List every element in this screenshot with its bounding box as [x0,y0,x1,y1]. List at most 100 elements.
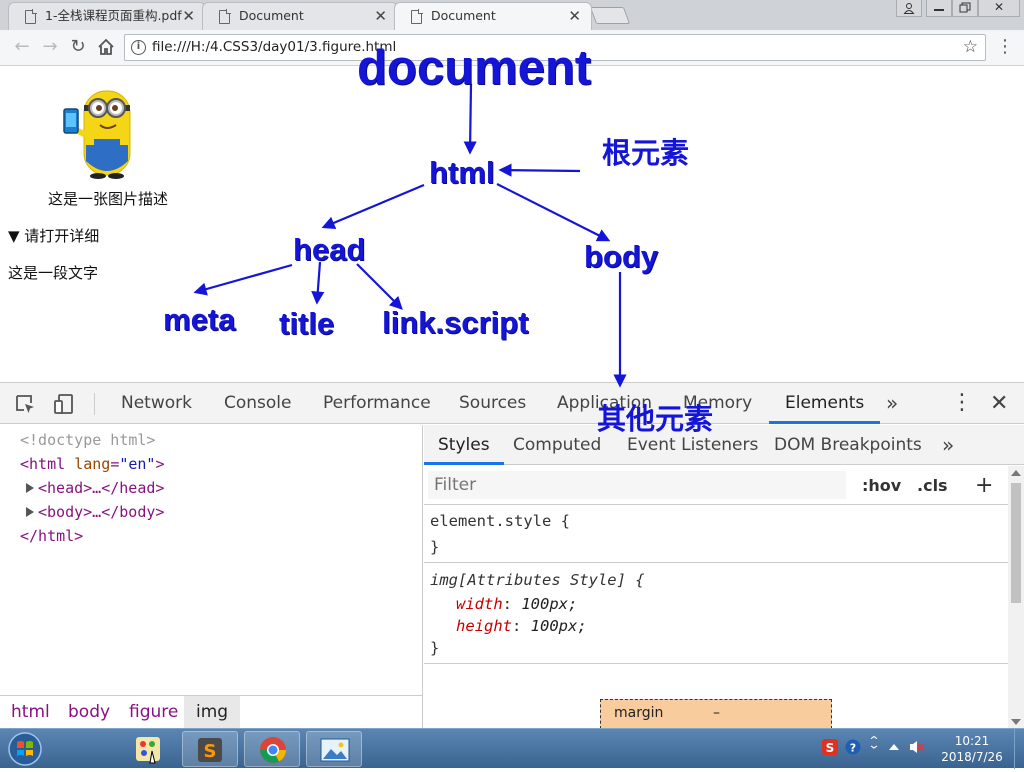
hov-button[interactable]: :hov [862,466,901,506]
html-close-line[interactable]: </html> [20,524,83,548]
tab-network[interactable]: Network [121,383,192,424]
clock-time: 10:21 [954,734,990,748]
start-button-icon[interactable] [3,731,47,767]
dom-tree: <!doctype html> <html lang="en"> <head>…… [0,425,423,695]
height-declaration[interactable]: height: 100px; [456,614,587,638]
body-collapsed-text: <body>…</body> [38,503,165,521]
clock-date: 2018/7/26 [941,750,1003,764]
details-summary[interactable]: ▼ 请打开详细 [8,225,99,246]
back-arrow-icon[interactable]: ← [11,36,33,58]
home-icon[interactable] [95,36,117,58]
width-property: width [456,595,503,613]
minimize-icon[interactable] [926,0,952,17]
width-declaration[interactable]: width: 100px; [456,592,577,616]
more-styles-tabs-icon[interactable]: » [942,425,954,465]
head-node[interactable]: <head>…</head> [26,476,164,500]
img-attributes-rule: img[Attributes Style] { width: 100px; he… [424,564,1008,664]
tab-memory[interactable]: Memory [683,383,752,424]
bookmark-star-icon[interactable]: ☆ [963,35,978,60]
forward-arrow-icon[interactable]: → [39,36,61,58]
sublime-text-icon[interactable]: S [182,731,238,767]
tab-close-icon[interactable]: ✕ [182,3,195,29]
html-attr-value: "en" [119,455,156,473]
sogou-ime-icon[interactable]: S [822,739,838,755]
help-icon[interactable]: ? [845,739,861,755]
url-text[interactable]: file:///H:/4.CSS3/day01/3.figure.html [152,35,396,60]
tab-dom-breakpoints[interactable]: DOM Breakpoints [774,425,922,465]
tab-title: Document [239,8,304,23]
breadcrumb-body[interactable]: body [68,696,110,729]
height-value: 100px; [530,617,587,635]
breadcrumb-img[interactable]: img [184,696,241,729]
browser-tab-document-1[interactable]: Document ✕ [202,2,398,30]
browser-menu-icon[interactable]: ⋮ [996,38,1014,58]
tab-close-icon[interactable]: ✕ [568,3,581,29]
close-devtools-icon[interactable]: ✕ [990,383,1008,424]
scroll-up-icon[interactable] [1011,470,1021,476]
chrome-icon[interactable] [244,731,300,767]
rule-close-brace: } [430,538,440,556]
system-clock[interactable]: 10:21 2018/7/26 [935,733,1009,765]
height-property: height [456,617,512,635]
html-attr-name: lang [74,455,111,473]
width-value: 100px; [521,595,578,613]
document-icon [25,9,37,24]
new-rule-button[interactable]: + [975,466,993,506]
img-attributes-selector[interactable]: img[Attributes Style] { [430,568,645,592]
tab-elements[interactable]: Elements [768,383,881,424]
tab-event-listeners[interactable]: Event Listeners [627,425,758,465]
styles-scrollbar[interactable] [1008,466,1024,729]
tab-sources[interactable]: Sources [459,383,526,424]
devtools-menu-icon[interactable]: ⋮ [951,383,973,423]
expand-triangle-icon[interactable] [26,507,34,517]
browser-tab-document-2[interactable]: Document ✕ [394,2,592,30]
doctype-line[interactable]: <!doctype html> [20,428,155,452]
tab-performance[interactable]: Performance [323,383,431,424]
device-toolbar-icon[interactable] [53,393,75,415]
close-window-icon[interactable]: ✕ [978,0,1020,17]
tab-computed[interactable]: Computed [513,425,601,465]
expand-triangle-icon[interactable] [26,483,34,493]
tab-console[interactable]: Console [224,383,292,424]
devtools-panel: Network Console Performance Sources Appl… [0,382,1024,729]
photo-viewer-icon[interactable] [306,731,362,767]
html-open-line[interactable]: <html lang="en"> [20,452,165,476]
scroll-down-icon[interactable] [1011,719,1021,725]
info-icon[interactable]: i [131,40,146,55]
breadcrumb-html[interactable]: html [11,696,50,729]
more-tabs-icon[interactable]: » [886,383,898,423]
html-tag-name: html [29,455,66,473]
browser-tab-pdf[interactable]: 1-全栈课程页面重构.pdf ✕ [8,2,206,30]
new-tab-button[interactable] [589,7,631,24]
tab-title: Document [431,8,496,23]
styles-filter-input[interactable] [428,471,846,499]
paint-icon[interactable] [122,731,178,767]
reload-icon[interactable]: ↻ [67,36,89,58]
element-style-selector[interactable]: element.style { [430,509,570,533]
tab-close-icon[interactable]: ✕ [374,3,387,29]
cls-button[interactable]: .cls [917,466,948,506]
breadcrumb: html body figure img [0,695,423,729]
volume-muted-icon[interactable] [908,739,924,755]
page-viewport: 这是一张图片描述 ▼ 请打开详细 这是一段文字 [0,67,1024,382]
tab-styles[interactable]: Styles [424,425,504,465]
address-bar[interactable]: i file:///H:/4.CSS3/day01/3.figure.html … [124,34,986,61]
user-icon[interactable] [896,0,922,17]
body-node[interactable]: <body>…</body> [26,500,164,524]
document-icon [219,9,231,24]
head-collapsed-text: <head>…</head> [38,479,165,497]
show-hidden-icons-icon[interactable] [886,739,902,755]
scroll-thumb[interactable] [1011,483,1021,603]
filter-row: :hov .cls + [424,466,1008,505]
tray-chevron-icon[interactable] [866,735,882,751]
svg-text:?: ? [850,742,856,755]
restore-icon[interactable] [952,0,978,17]
tab-application[interactable]: Application [557,383,652,424]
show-desktop-button[interactable] [1014,729,1024,769]
breadcrumb-figure[interactable]: figure [129,696,178,729]
inspect-element-icon[interactable] [14,393,36,415]
browser-toolbar: ← → ↻ i file:///H:/4.CSS3/day01/3.figure… [0,30,1024,66]
rule-close-brace: } [430,639,440,657]
box-model-margin-value[interactable]: – [713,705,720,721]
figure-caption: 这是一张图片描述 [48,190,169,208]
